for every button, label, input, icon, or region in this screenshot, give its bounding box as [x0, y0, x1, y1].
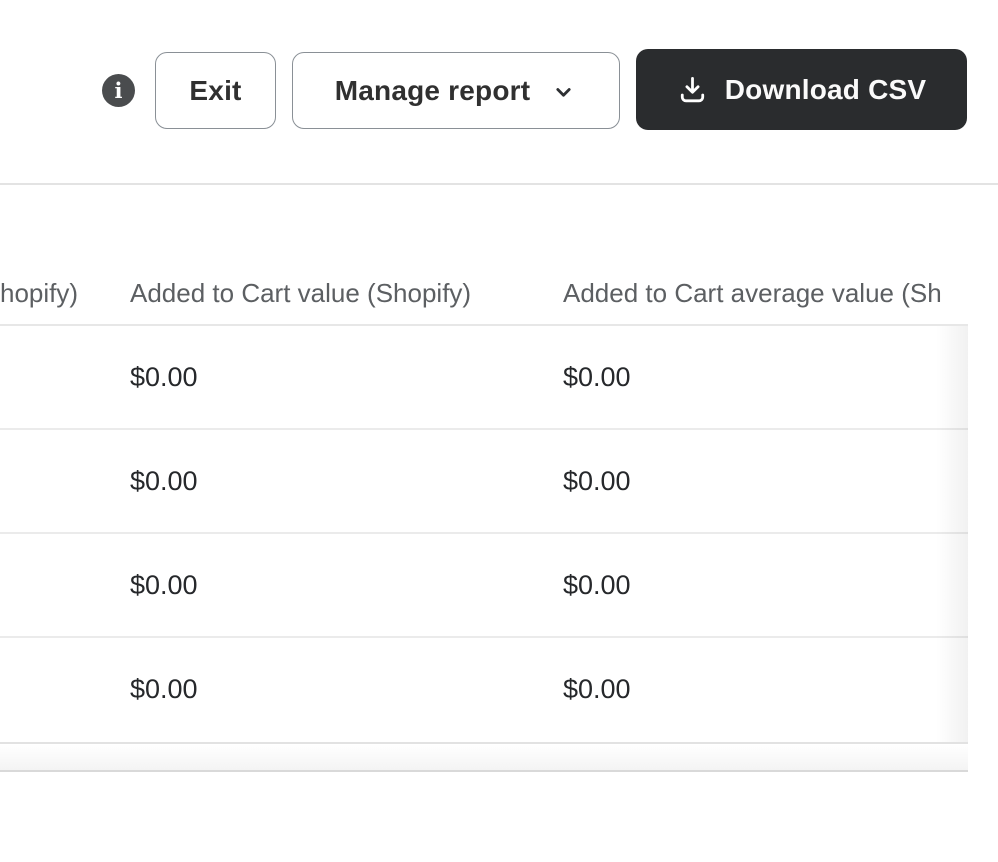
table-row: $0.00 $0.00 [0, 326, 968, 430]
manage-report-button[interactable]: Manage report [292, 52, 620, 129]
cell-added-to-cart-value: $0.00 [130, 326, 198, 428]
table-row: $0.00 $0.00 [0, 638, 968, 742]
cell-added-to-cart-average-value: $0.00 [563, 638, 631, 740]
cell-added-to-cart-average-value: $0.00 [563, 326, 631, 428]
column-header-added-to-cart[interactable]: hopify) [0, 277, 78, 309]
cell-added-to-cart-value: $0.00 [130, 534, 198, 636]
cell-added-to-cart-value: $0.00 [130, 430, 198, 532]
chevron-down-icon [550, 79, 577, 106]
column-header-added-to-cart-average-value[interactable]: Added to Cart average value (Sh [563, 277, 942, 309]
toolbar-divider [0, 183, 998, 185]
download-csv-button[interactable]: Download CSV [636, 49, 967, 130]
table-row: $0.00 $0.00 [0, 430, 968, 534]
info-icon: i [115, 80, 123, 101]
cell-added-to-cart-value: $0.00 [130, 638, 198, 740]
info-button[interactable]: i [102, 74, 135, 107]
report-page: i Exit Manage report Download CSV hopify… [0, 0, 998, 862]
horizontal-scrollbar-track[interactable] [0, 742, 968, 772]
download-icon [677, 74, 708, 105]
cell-added-to-cart-average-value: $0.00 [563, 430, 631, 532]
manage-report-label: Manage report [335, 75, 531, 107]
exit-button-label: Exit [189, 75, 241, 107]
cell-added-to-cart-average-value: $0.00 [563, 534, 631, 636]
table-row: $0.00 $0.00 [0, 534, 968, 638]
download-csv-label: Download CSV [725, 74, 927, 106]
exit-button[interactable]: Exit [155, 52, 276, 129]
column-header-added-to-cart-value[interactable]: Added to Cart value (Shopify) [130, 277, 471, 309]
